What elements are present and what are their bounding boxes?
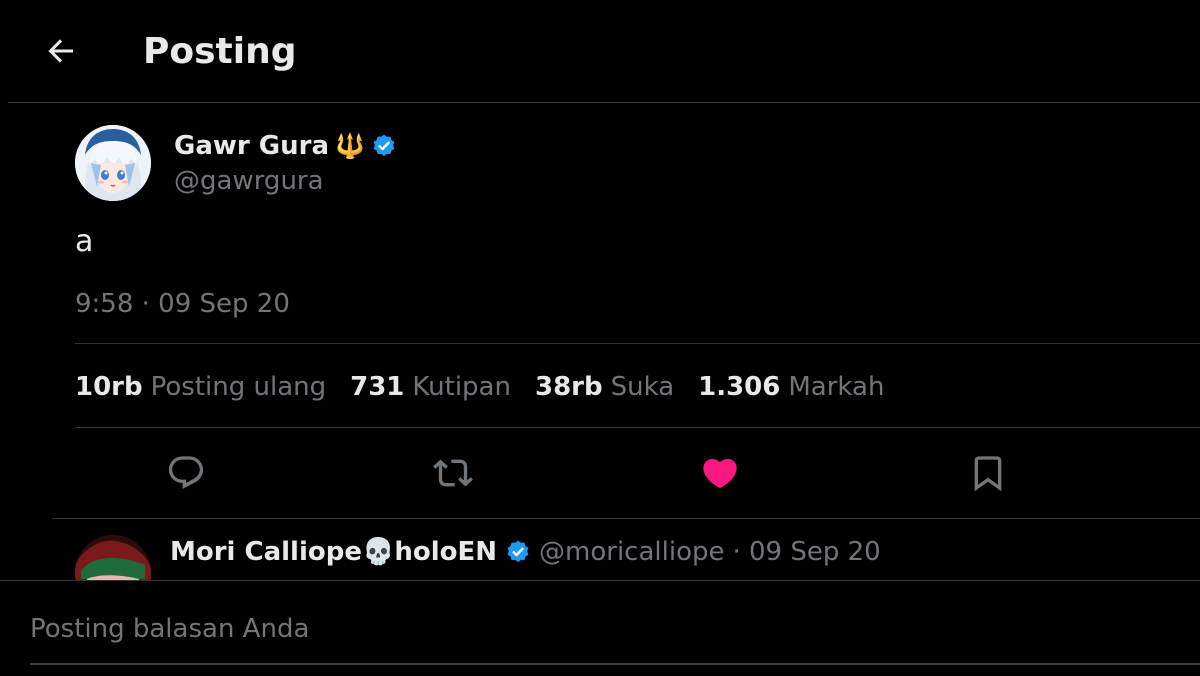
post-timestamp[interactable]: 9:58 · 09 Sep 20	[75, 286, 290, 322]
author-name-text: Gawr Gura	[174, 131, 329, 161]
post-text: a	[75, 224, 94, 259]
author-name[interactable]: Gawr Gura 🔱	[174, 128, 397, 164]
stat-label: Posting ulang	[150, 372, 327, 402]
author-avatar[interactable]	[75, 125, 151, 201]
stats-bottom-divider	[75, 427, 1200, 428]
actions-bottom-divider	[52, 518, 1200, 519]
stat-label: Kutipan	[412, 372, 511, 402]
stat-reposts[interactable]: 10rb Posting ulang	[75, 369, 326, 405]
stat-label: Suka	[610, 372, 675, 402]
comment-icon	[168, 456, 204, 489]
stat-value: 731	[350, 372, 405, 402]
trident-emoji: 🔱	[335, 132, 365, 160]
reply-author-name[interactable]: Mori Calliope💀holoEN	[170, 534, 497, 570]
bookmark-button[interactable]	[964, 449, 1012, 497]
header-divider	[8, 102, 1200, 103]
repost-icon	[433, 459, 473, 487]
reply-author-handle[interactable]: @moricalliope	[539, 534, 724, 570]
verified-badge-icon	[373, 134, 395, 157]
verified-badge-icon	[507, 540, 529, 563]
reply-date: · 09 Sep 20	[732, 537, 881, 567]
reply-input-underline	[30, 663, 1200, 665]
post-stats: 10rb Posting ulang 731 Kutipan 38rb Suka…	[75, 369, 884, 405]
stat-value: 38rb	[534, 372, 603, 402]
arrow-left-icon	[48, 39, 73, 63]
stat-label: Markah	[788, 372, 885, 402]
stat-quotes[interactable]: 731 Kutipan	[350, 369, 511, 405]
stats-top-divider	[75, 343, 1200, 344]
repost-button[interactable]	[429, 449, 477, 497]
heart-icon	[703, 458, 737, 489]
stat-value: 10rb	[75, 372, 143, 402]
stat-value: 1.306	[698, 372, 781, 402]
author-handle[interactable]: @gawrgura	[174, 164, 324, 198]
bookmark-icon	[974, 456, 1002, 492]
stat-bookmarks[interactable]: 1.306 Markah	[698, 369, 884, 405]
back-button[interactable]	[40, 30, 82, 72]
reply-button[interactable]	[162, 449, 210, 497]
stat-likes[interactable]: 38rb Suka	[535, 369, 674, 405]
reply-input[interactable]	[30, 611, 1170, 647]
reply-header: Mori Calliope💀holoEN @moricalliope · 09 …	[170, 534, 881, 570]
like-button[interactable]	[696, 449, 744, 497]
page-title: Posting	[143, 31, 297, 72]
